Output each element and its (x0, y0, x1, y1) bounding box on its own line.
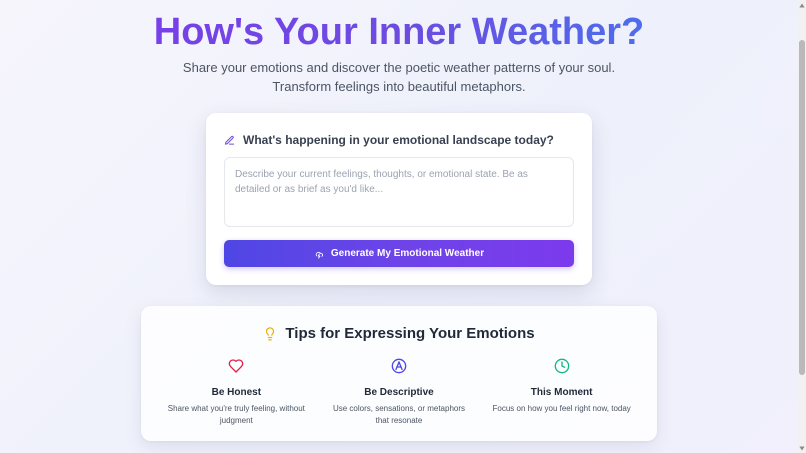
tip-title: This Moment (530, 387, 593, 398)
subtitle-line-1: Share your emotions and discover the poe… (182, 60, 616, 75)
heart-icon (228, 356, 244, 376)
tip-be-honest: Be Honest Share what you're truly feelin… (155, 356, 318, 427)
generate-button-label: Generate My Emotional Weather (330, 248, 485, 259)
generate-weather-button[interactable]: Generate My Emotional Weather (224, 240, 574, 267)
tips-grid: Be Honest Share what you're truly feelin… (155, 356, 643, 427)
tips-header: Tips for Expressing Your Emotions (141, 325, 657, 342)
tip-title: Be Honest (211, 387, 262, 398)
pencil-icon (224, 135, 235, 146)
tips-card: Tips for Expressing Your Emotions Be Hon… (141, 306, 657, 441)
tip-be-descriptive: Be Descriptive Use colors, sensations, o… (318, 356, 481, 427)
clock-icon (554, 356, 570, 376)
tip-description: Share what you're truly feeling, without… (167, 404, 305, 425)
scroll-up-arrow-icon[interactable] (798, 0, 806, 10)
page-title: How's Your Inner Weather? (0, 10, 798, 54)
feelings-input[interactable] (224, 157, 574, 227)
emotion-input-card: What's happening in your emotional lands… (206, 113, 592, 285)
lightbulb-icon (263, 326, 277, 341)
page: How's Your Inner Weather? Share your emo… (0, 0, 798, 453)
tip-description: Focus on how you feel right now, today (492, 404, 631, 413)
cloud-lightning-icon (314, 249, 324, 259)
tip-description: Use colors, sensations, or metaphors tha… (332, 404, 466, 425)
prompt-row: What's happening in your emotional lands… (224, 133, 554, 147)
scroll-down-arrow-icon[interactable] (798, 443, 806, 453)
subtitle-line-2: Transform feelings into beautiful metaph… (272, 79, 526, 94)
page-subtitle: Share your emotions and discover the poe… (0, 58, 798, 96)
prompt-label: What's happening in your emotional lands… (243, 133, 554, 147)
tip-title: Be Descriptive (364, 387, 434, 398)
palette-icon (391, 356, 407, 376)
scroll-thumb[interactable] (799, 40, 805, 375)
tips-title: Tips for Expressing Your Emotions (285, 325, 535, 342)
vertical-scrollbar[interactable] (798, 0, 806, 453)
tip-this-moment: This Moment Focus on how you feel right … (480, 356, 643, 427)
